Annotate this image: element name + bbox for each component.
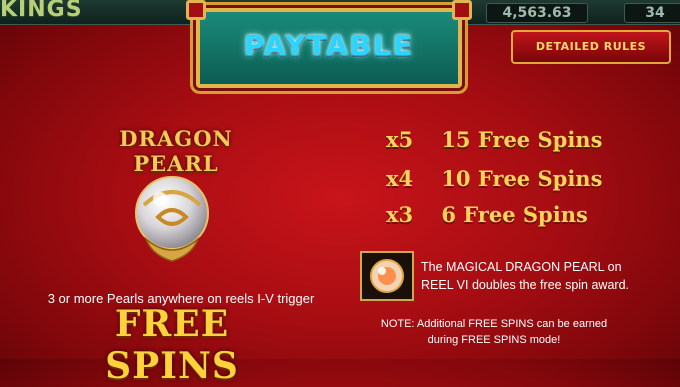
note-line-1: NOTE: Additional FREE SPINS can be earne… (380, 318, 608, 330)
credit-display: 4,563.63 (486, 3, 588, 23)
note-line-2: during FREE SPINS mode! (427, 334, 561, 346)
magical-pearl-icon (360, 251, 414, 301)
award-spins: 6 Free Spins (441, 202, 588, 227)
magical-line-2: REEL VI doubles the free spin award. (421, 278, 629, 292)
award-multiplier: x4 (386, 166, 414, 191)
note-text: NOTE: Additional FREE SPINS can be earne… (374, 316, 614, 348)
award-multiplier: x5 (386, 127, 414, 152)
paytable-title: PAYTABLE (243, 29, 415, 62)
award-row: x4 10 Free Spins (386, 166, 602, 196)
award-multiplier: x3 (386, 202, 414, 227)
award-spins: 10 Free Spins (441, 166, 603, 191)
paytable-banner: PAYTABLE (186, 0, 472, 88)
detailed-rules-button[interactable]: DETAILED RULES (511, 30, 671, 64)
game-logo-text: KINGS (0, 0, 83, 22)
award-spins: 15 Free Spins (441, 127, 603, 152)
award-row: x3 6 Free Spins (386, 202, 588, 232)
bet-display: 34 (624, 3, 680, 23)
dragon-pearl-icon (135, 176, 209, 262)
award-row: x5 15 Free Spins (386, 127, 602, 157)
free-spins-label: FREE SPINS (105, 303, 239, 387)
magical-line-1: The MAGICAL DRAGON PEARL on (421, 260, 622, 274)
magical-pearl-description: The MAGICAL DRAGON PEARL on REEL VI doub… (421, 258, 661, 294)
